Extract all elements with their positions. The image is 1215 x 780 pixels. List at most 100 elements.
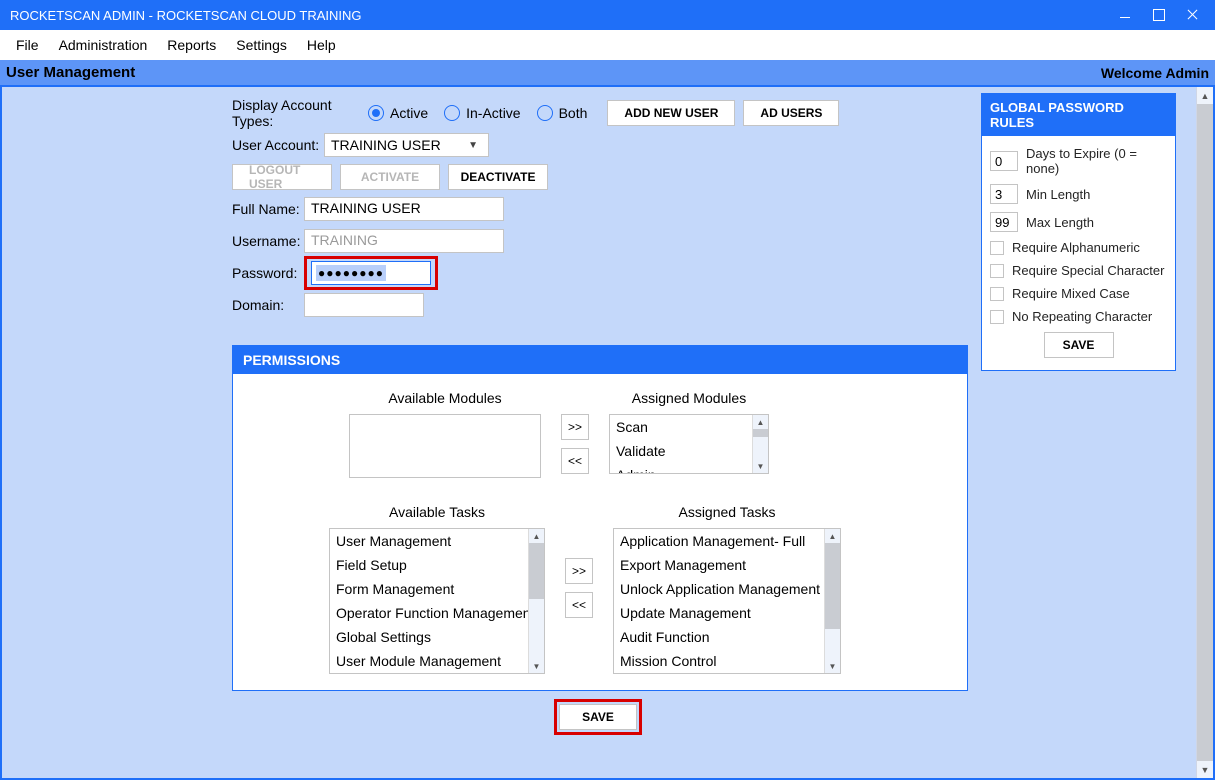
list-item[interactable]: Application Management- Full — [614, 529, 840, 553]
list-item[interactable]: Export Management — [614, 553, 840, 577]
modules-unassign-button[interactable]: << — [561, 448, 589, 474]
rules-save-button[interactable]: SAVE — [1044, 332, 1114, 358]
require-alnum-checkbox[interactable] — [990, 241, 1004, 255]
list-item[interactable]: Operator Function Management — [330, 601, 544, 625]
maxlen-input[interactable] — [990, 212, 1018, 232]
available-modules-list[interactable] — [349, 414, 541, 478]
save-highlight: SAVE — [554, 699, 642, 735]
list-item[interactable]: Audit Function — [614, 625, 840, 649]
assigned-tasks-list[interactable]: Application Management- Full Export Mana… — [613, 528, 841, 674]
scroll-down-icon[interactable]: ▼ — [825, 659, 840, 673]
menu-administration[interactable]: Administration — [51, 33, 156, 57]
username-value: TRAINING — [311, 232, 378, 248]
assigned-modules-list[interactable]: Scan Validate Admin ▲ ▼ — [609, 414, 769, 474]
vertical-scrollbar[interactable]: ▲ ▼ — [1196, 87, 1213, 778]
require-mixed-label: Require Mixed Case — [1012, 286, 1130, 301]
list-item[interactable]: Validate — [610, 439, 768, 463]
ad-users-button[interactable]: AD USERS — [743, 100, 839, 126]
menu-help[interactable]: Help — [299, 33, 344, 57]
assigned-tasks-title: Assigned Tasks — [678, 504, 775, 522]
fullname-label: Full Name: — [232, 201, 304, 217]
domain-label: Domain: — [232, 297, 304, 313]
no-repeat-label: No Repeating Character — [1012, 309, 1152, 324]
list-item[interactable]: Unlock Application Management — [614, 577, 840, 601]
close-icon[interactable] — [1187, 9, 1199, 21]
list-item[interactable]: User Management — [330, 529, 544, 553]
radio-active[interactable] — [368, 105, 384, 121]
permissions-title: PERMISSIONS — [233, 346, 967, 374]
list-item[interactable]: Admin — [610, 463, 768, 473]
password-mask: ●●●●●●●● — [316, 265, 386, 281]
tasks-unassign-button[interactable]: << — [565, 592, 593, 618]
chevron-down-icon: ▼ — [468, 140, 482, 151]
logout-user-button[interactable]: LOGOUT USER — [232, 164, 332, 190]
list-item[interactable]: Scan — [610, 415, 768, 439]
no-repeat-checkbox[interactable] — [990, 310, 1004, 324]
minlen-input[interactable] — [990, 184, 1018, 204]
scroll-up-icon[interactable]: ▲ — [529, 529, 544, 543]
list-item[interactable]: Update Management — [614, 601, 840, 625]
password-rules-panel: GLOBAL PASSWORD RULES Days to Expire (0 … — [981, 93, 1176, 371]
fullname-input[interactable]: TRAINING USER — [304, 197, 504, 221]
list-item[interactable]: User Module Management — [330, 649, 544, 673]
scrollbar-thumb[interactable] — [1197, 104, 1213, 761]
password-highlight: ●●●●●●●● — [304, 256, 438, 290]
username-label: Username: — [232, 233, 304, 249]
radio-both[interactable] — [537, 105, 553, 121]
scrollbar[interactable]: ▲ ▼ — [528, 529, 544, 673]
menubar: File Administration Reports Settings Hel… — [0, 30, 1215, 60]
radio-both-label: Both — [559, 105, 588, 121]
tasks-assign-button[interactable]: >> — [565, 558, 593, 584]
menu-reports[interactable]: Reports — [159, 33, 224, 57]
scroll-up-icon[interactable]: ▲ — [753, 415, 768, 429]
add-new-user-button[interactable]: ADD NEW USER — [607, 100, 735, 126]
scrollbar[interactable]: ▲ ▼ — [824, 529, 840, 673]
list-item[interactable]: Form Management — [330, 577, 544, 601]
available-tasks-title: Available Tasks — [389, 504, 485, 522]
require-mixed-checkbox[interactable] — [990, 287, 1004, 301]
list-item[interactable]: Field Setup — [330, 553, 544, 577]
welcome-text: Welcome Admin — [1101, 65, 1209, 81]
scroll-down-icon[interactable]: ▼ — [529, 659, 544, 673]
user-account-select[interactable]: TRAINING USER ▼ — [324, 133, 489, 157]
maxlen-label: Max Length — [1026, 215, 1094, 230]
user-account-value: TRAINING USER — [331, 137, 441, 153]
titlebar: ROCKETSCAN ADMIN - ROCKETSCAN CLOUD TRAI… — [0, 0, 1215, 30]
list-item[interactable]: Mission Control — [614, 649, 840, 673]
page-title: User Management — [6, 64, 135, 81]
permissions-panel: PERMISSIONS Available Modules >> — [232, 345, 968, 691]
maximize-icon[interactable] — [1153, 9, 1165, 21]
password-label: Password: — [232, 265, 304, 281]
window-title: ROCKETSCAN ADMIN - ROCKETSCAN CLOUD TRAI… — [10, 8, 1119, 23]
radio-inactive[interactable] — [444, 105, 460, 121]
activate-button[interactable]: ACTIVATE — [340, 164, 440, 190]
radio-inactive-label: In-Active — [466, 105, 520, 121]
assigned-modules-title: Assigned Modules — [632, 390, 746, 408]
save-button[interactable]: SAVE — [559, 704, 637, 730]
password-input[interactable]: ●●●●●●●● — [311, 261, 431, 285]
list-item[interactable]: Global Settings — [330, 625, 544, 649]
deactivate-button[interactable]: DEACTIVATE — [448, 164, 548, 190]
scroll-down-icon[interactable]: ▼ — [753, 459, 768, 473]
scroll-up-icon[interactable]: ▲ — [825, 529, 840, 543]
window-controls — [1119, 9, 1205, 21]
minimize-icon[interactable] — [1119, 9, 1131, 21]
scroll-up-icon[interactable]: ▲ — [1197, 87, 1213, 104]
page-header: User Management Welcome Admin — [0, 60, 1215, 85]
scroll-down-icon[interactable]: ▼ — [1197, 761, 1213, 778]
expire-input[interactable] — [990, 151, 1018, 171]
available-tasks-list[interactable]: User Management Field Setup Form Managem… — [329, 528, 545, 674]
available-modules-title: Available Modules — [388, 390, 501, 408]
user-account-label: User Account: — [232, 137, 324, 153]
modules-assign-button[interactable]: >> — [561, 414, 589, 440]
menu-settings[interactable]: Settings — [228, 33, 295, 57]
password-rules-title: GLOBAL PASSWORD RULES — [982, 94, 1175, 136]
scrollbar[interactable]: ▲ ▼ — [752, 415, 768, 473]
display-account-label: Display Account Types: — [232, 97, 368, 129]
require-special-checkbox[interactable] — [990, 264, 1004, 278]
require-special-label: Require Special Character — [1012, 263, 1164, 278]
domain-input[interactable] — [304, 293, 424, 317]
radio-active-label: Active — [390, 105, 428, 121]
username-input[interactable]: TRAINING — [304, 229, 504, 253]
menu-file[interactable]: File — [8, 33, 47, 57]
